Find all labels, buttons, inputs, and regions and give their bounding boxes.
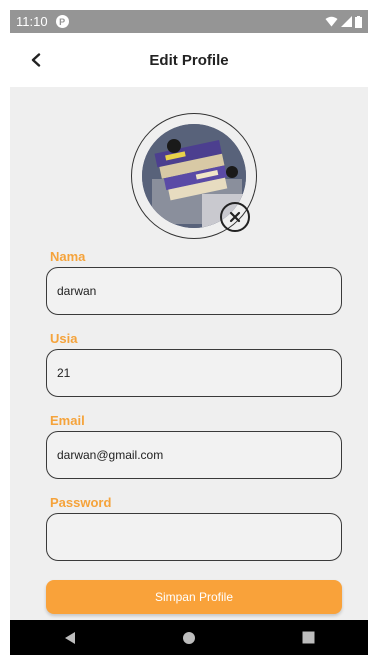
edit-profile-form: Nama Usia Email Password Simpan Profile — [10, 87, 368, 620]
email-field[interactable] — [46, 431, 342, 479]
nama-field[interactable] — [46, 267, 342, 315]
password-field[interactable] — [46, 513, 342, 561]
back-triangle-icon — [64, 631, 75, 644]
status-right — [325, 15, 362, 28]
nav-home-button[interactable] — [169, 623, 209, 653]
nav-back-button[interactable] — [50, 623, 90, 653]
system-nav-bar — [10, 620, 368, 655]
wifi-icon — [325, 16, 338, 27]
chevron-left-icon — [31, 53, 41, 67]
app-bar: Edit Profile — [10, 33, 368, 87]
close-icon — [229, 211, 241, 223]
usia-field[interactable] — [46, 349, 342, 397]
nav-recents-button[interactable] — [288, 623, 328, 653]
password-label: Password — [50, 495, 112, 510]
battery-icon — [355, 15, 362, 28]
home-circle-icon — [182, 631, 195, 644]
recents-square-icon — [302, 631, 315, 644]
signal-icon — [341, 16, 352, 27]
status-bar: 11:10 P — [10, 10, 368, 33]
notification-icon: P — [55, 15, 69, 28]
usia-label: Usia — [50, 331, 78, 346]
nama-label: Nama — [50, 249, 86, 264]
save-profile-button[interactable]: Simpan Profile — [46, 580, 342, 614]
email-label: Email — [50, 413, 85, 428]
remove-photo-button[interactable] — [220, 202, 250, 232]
page-title: Edit Profile — [149, 51, 229, 69]
status-time: 11:10 — [16, 14, 48, 29]
status-left: 11:10 P — [16, 14, 69, 29]
back-button[interactable] — [24, 48, 48, 72]
